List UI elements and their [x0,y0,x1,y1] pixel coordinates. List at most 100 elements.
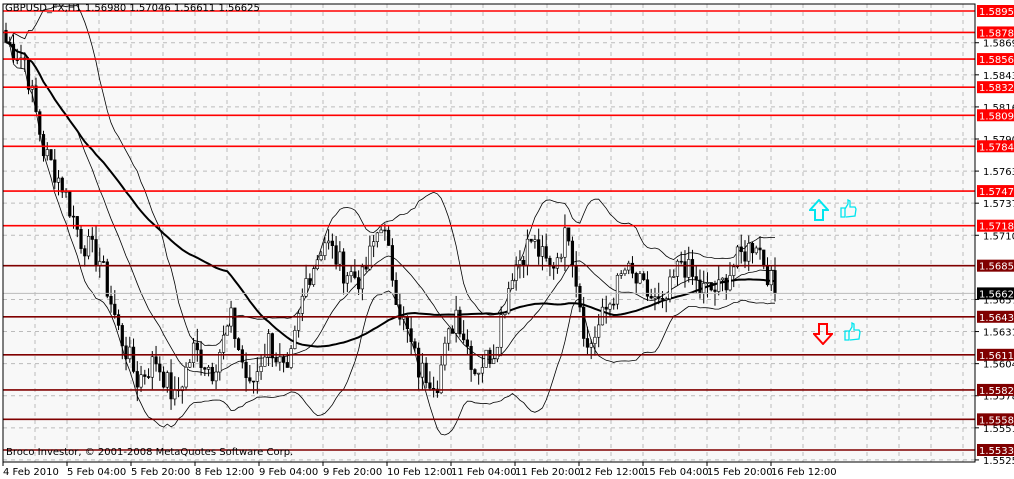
candle-body [675,260,680,277]
resistance-level-label: 1.57470 [979,187,1014,198]
candle-body [582,306,586,339]
candle-body [559,256,563,259]
candle-body [191,342,196,363]
candle-body [552,266,556,269]
candle-body [56,177,61,183]
candle-body [259,366,263,372]
candle-body [34,85,38,112]
candle-body [387,229,391,246]
candle-body [687,259,691,278]
candle-body [375,232,379,242]
candle-body [413,341,417,349]
candle-body [679,260,683,263]
candle-body [357,277,361,290]
candle-body [417,347,421,378]
candle-body [698,279,702,294]
candle-body [188,362,192,368]
candle [484,349,488,368]
candle-body [499,314,503,348]
candle-body [627,262,631,271]
candle-body [664,298,668,301]
candle-body [634,272,638,284]
candle-body [705,282,710,284]
candle-body [173,389,177,400]
candle-body [555,257,560,269]
time-tick-label: 5 Feb 20:00 [131,467,190,478]
arrow-down-icon [813,323,833,345]
resistance-level-label: 1.58096 [979,111,1014,122]
candle-body [390,245,394,281]
candle-body [323,242,327,256]
candle-body [608,303,612,310]
candle-body [105,261,109,297]
candle-body [266,333,271,358]
candle-body [713,289,717,292]
candle-body [585,338,590,348]
candle [615,273,620,310]
price-chart[interactable]: 1.586951.584301.581651.579001.576351.573… [0,0,1014,479]
support-level-label: 1.56854 [979,262,1014,273]
candle-body [615,275,620,305]
candle-body [150,356,154,378]
candle-body [724,277,728,291]
candle-body [597,324,601,338]
candle [225,324,229,336]
candle [68,190,72,218]
candle-body [300,295,304,314]
candle-body [409,328,413,342]
candle-body [593,336,597,344]
candle-body [690,259,695,277]
candle-body [154,356,158,365]
candle-body [60,177,64,193]
candle-body [221,334,226,353]
resistance-level-label: 1.58328 [979,83,1014,94]
resistance-level-label: 1.57184 [979,222,1014,233]
chart-title: GBPUSD_FX,H1 1.56980 1.57046 1.56611 1.5… [5,3,260,14]
candle-body [206,366,211,370]
candle-body [660,298,665,300]
resistance-level-label: 1.58780 [979,28,1014,39]
candle [105,258,109,299]
time-tick-label: 16 Feb 12:00 [771,467,837,478]
time-tick-label: 11 Feb 20:00 [515,467,581,478]
resistance-level-label: 1.58957 [979,7,1014,18]
candle-body [454,309,458,334]
candle-body [11,43,16,60]
candle-body [477,372,481,375]
time-tick-label: 9 Feb 04:00 [259,467,318,478]
candle [236,337,241,351]
candle-body [364,266,368,270]
candle-body [146,376,151,378]
candle-body [765,265,770,286]
candle-body [203,367,207,370]
candle-body [319,255,323,261]
candle-body [529,238,533,242]
candle [26,57,31,95]
candle-body [244,361,248,378]
candle-body [71,215,76,218]
price-tick-label: 1.57370 [983,199,1014,210]
candle-body [469,345,473,370]
candle-body [293,330,297,349]
arrow-up-icon [809,199,829,221]
candle-body [424,362,428,384]
candle-body [338,251,342,265]
candle-body [503,312,507,315]
candle-body [161,371,166,388]
support-level-label: 1.55828 [979,386,1014,397]
candle-body [8,42,12,45]
candle-body [735,246,740,268]
price-tick-label: 1.58430 [983,71,1014,82]
plot-background [3,4,975,462]
candle-body [657,296,661,299]
candle-body [495,346,500,360]
current-price-label: 1.56625 [979,289,1014,300]
candle-body [94,239,98,267]
candle-body [225,325,229,336]
candle-body [473,369,477,375]
candle-body [353,271,357,278]
support-level-label: 1.55332 [979,446,1014,457]
candle-body [195,342,199,351]
candle-body [236,338,241,350]
candle-body [447,328,451,344]
